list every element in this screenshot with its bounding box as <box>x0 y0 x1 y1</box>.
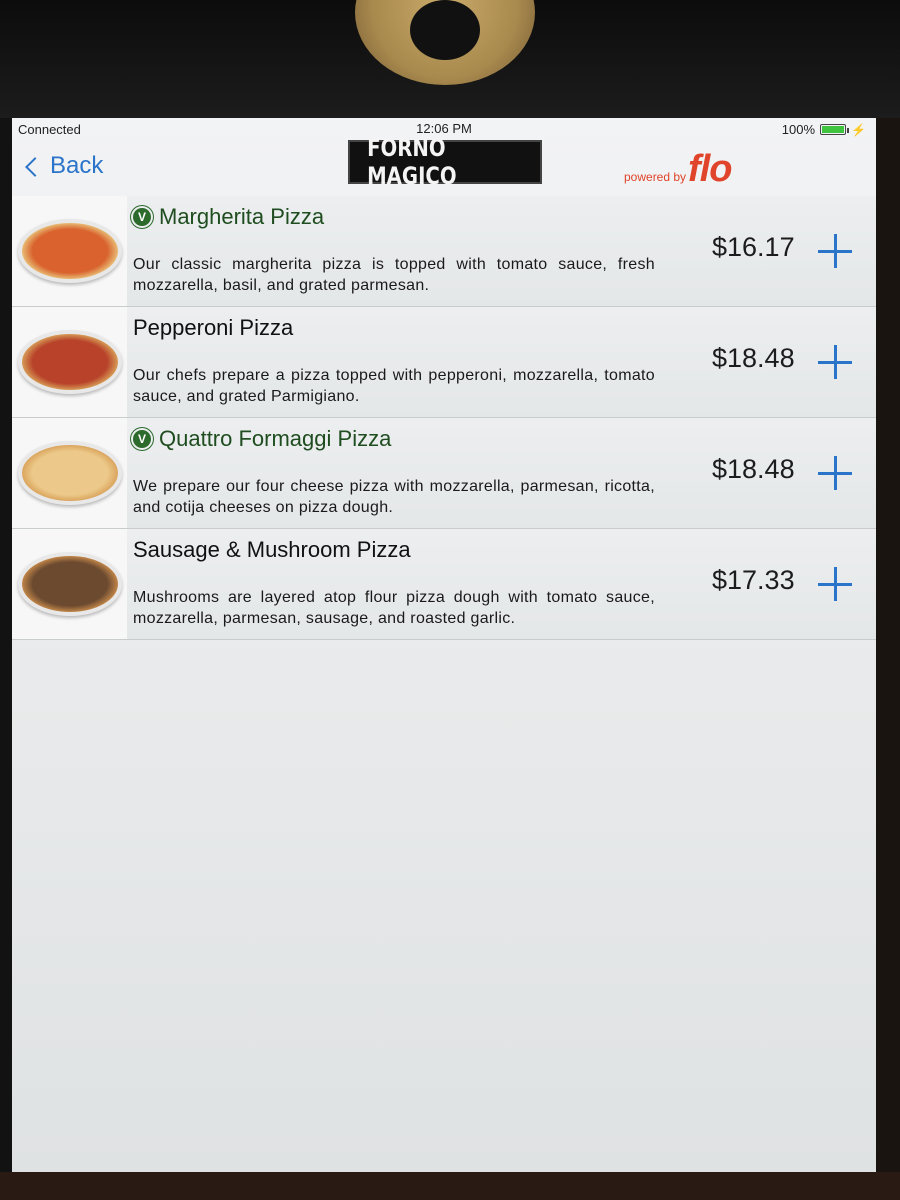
chevron-left-icon <box>25 157 45 177</box>
menu-item[interactable]: V Quattro Formaggi Pizza We prepare our … <box>12 418 876 529</box>
item-price: $18.48 <box>712 343 795 373</box>
item-name: Margherita Pizza <box>159 204 325 229</box>
menu-item[interactable]: Pepperoni Pizza Our chefs prepare a pizz… <box>12 307 876 418</box>
pizza-image <box>12 196 127 306</box>
item-price: $17.33 <box>712 565 795 595</box>
stand-mount-hole <box>410 0 480 60</box>
item-name: Quattro Formaggi Pizza <box>159 426 392 451</box>
item-description: Our chefs prepare a pizza topped with pe… <box>133 367 655 405</box>
plus-icon[interactable] <box>818 456 852 490</box>
item-name: Sausage & Mushroom Pizza <box>133 537 411 562</box>
pizza-image <box>12 307 127 417</box>
device-bezel-right <box>876 118 900 1200</box>
pizza-image <box>12 529 127 639</box>
charging-icon: ⚡ <box>851 122 866 137</box>
menu-item[interactable]: Sausage & Mushroom Pizza Mushrooms are l… <box>12 529 876 640</box>
item-description: Mushrooms are layered atop flour pizza d… <box>133 589 655 627</box>
plus-icon[interactable] <box>818 234 852 268</box>
pizza-image <box>12 418 127 528</box>
battery-status: 100% ⚡ <box>782 122 866 137</box>
tablet-screen: Connected 12:06 PM 100% ⚡ Back FORNO MAG… <box>12 118 876 1172</box>
back-button[interactable]: Back <box>25 152 104 180</box>
item-name: Pepperoni Pizza <box>133 315 294 340</box>
powered-brand: flo <box>688 148 732 190</box>
plus-icon[interactable] <box>818 345 852 379</box>
vegetarian-icon: V <box>133 208 151 226</box>
device-bezel-left <box>0 118 12 1200</box>
menu-list: V Margherita Pizza Our classic margherit… <box>12 196 876 640</box>
restaurant-logo: FORNO MAGICO <box>348 134 542 190</box>
plus-icon[interactable] <box>818 567 852 601</box>
battery-icon <box>820 124 850 135</box>
menu-item[interactable]: V Margherita Pizza Our classic margherit… <box>12 196 876 307</box>
powered-by-logo: powered by flo <box>624 148 732 190</box>
back-label: Back <box>50 152 104 179</box>
battery-percent: 100% <box>781 122 816 137</box>
item-price: $16.17 <box>712 232 795 262</box>
vegetarian-icon: V <box>133 430 151 448</box>
logo-text: FORNO MAGICO <box>367 134 457 190</box>
nav-bar: Back FORNO MAGICO powered by flo <box>12 134 876 196</box>
device-bezel-bottom <box>0 1172 900 1200</box>
item-price: $18.48 <box>712 454 795 484</box>
powered-by-text: powered by <box>624 170 687 184</box>
item-description: Our classic margherita pizza is topped w… <box>133 256 655 294</box>
item-description: We prepare our four cheese pizza with mo… <box>133 478 655 516</box>
